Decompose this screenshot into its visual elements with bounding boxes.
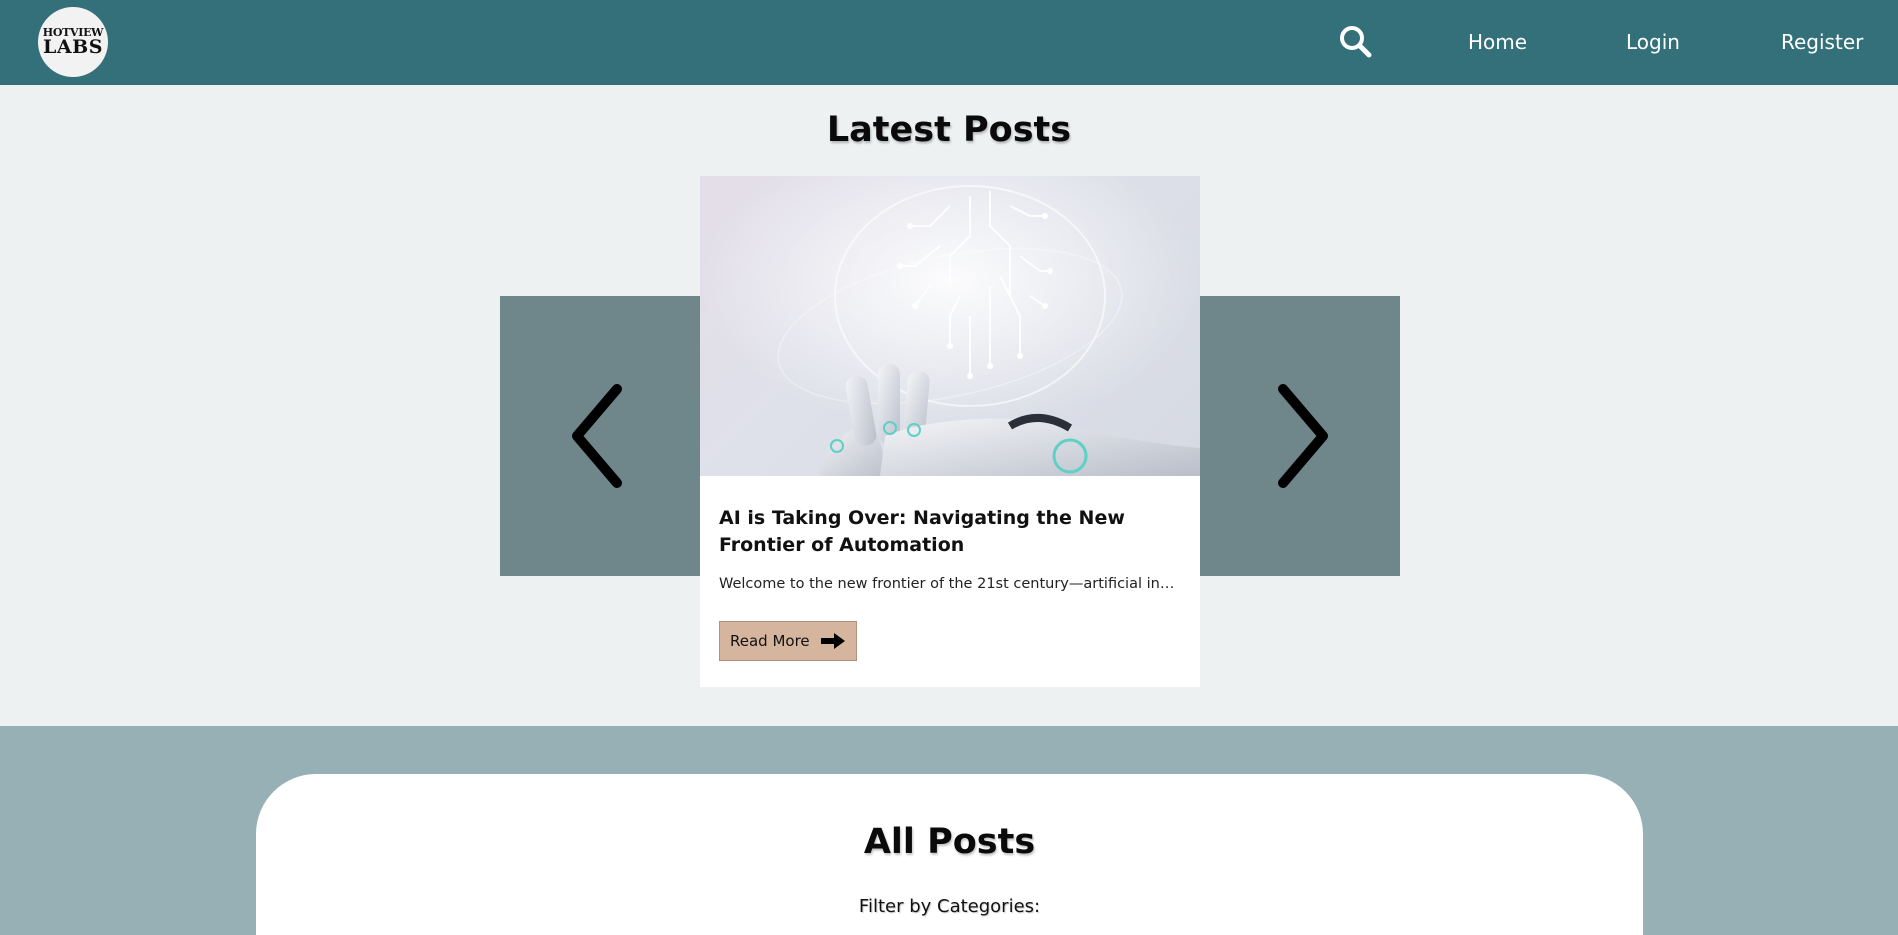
site-header: HOTVIEW LABS Home Login Register [0,0,1898,85]
site-logo[interactable]: HOTVIEW LABS [38,7,108,77]
chevron-left-icon [572,384,622,488]
nav-home-link[interactable]: Home [1468,29,1527,55]
post-image[interactable] [700,176,1200,476]
nav-login-link[interactable]: Login [1626,29,1680,55]
nav-register-link[interactable]: Register [1781,29,1863,55]
post-title[interactable]: AI is Taking Over: Navigating the New Fr… [719,505,1184,559]
search-icon[interactable] [1338,24,1372,58]
all-posts-heading: All Posts [863,822,1036,862]
carousel-next-button[interactable] [1200,296,1400,576]
logo-line-2: LABS [43,36,103,58]
post-card: AI is Taking Over: Navigating the New Fr… [700,176,1200,687]
arrow-right-icon [820,633,845,649]
all-posts-panel: All Posts Filter by Categories: [256,774,1643,935]
latest-posts-heading: Latest Posts [826,110,1072,150]
carousel-prev-button[interactable] [500,296,700,576]
post-excerpt: Welcome to the new frontier of the 21st … [719,576,1179,592]
filter-categories-label: Filter by Categories: [858,896,1041,917]
read-more-label: Read More [730,632,810,650]
chevron-right-icon [1278,384,1328,488]
read-more-button[interactable]: Read More [719,621,857,661]
